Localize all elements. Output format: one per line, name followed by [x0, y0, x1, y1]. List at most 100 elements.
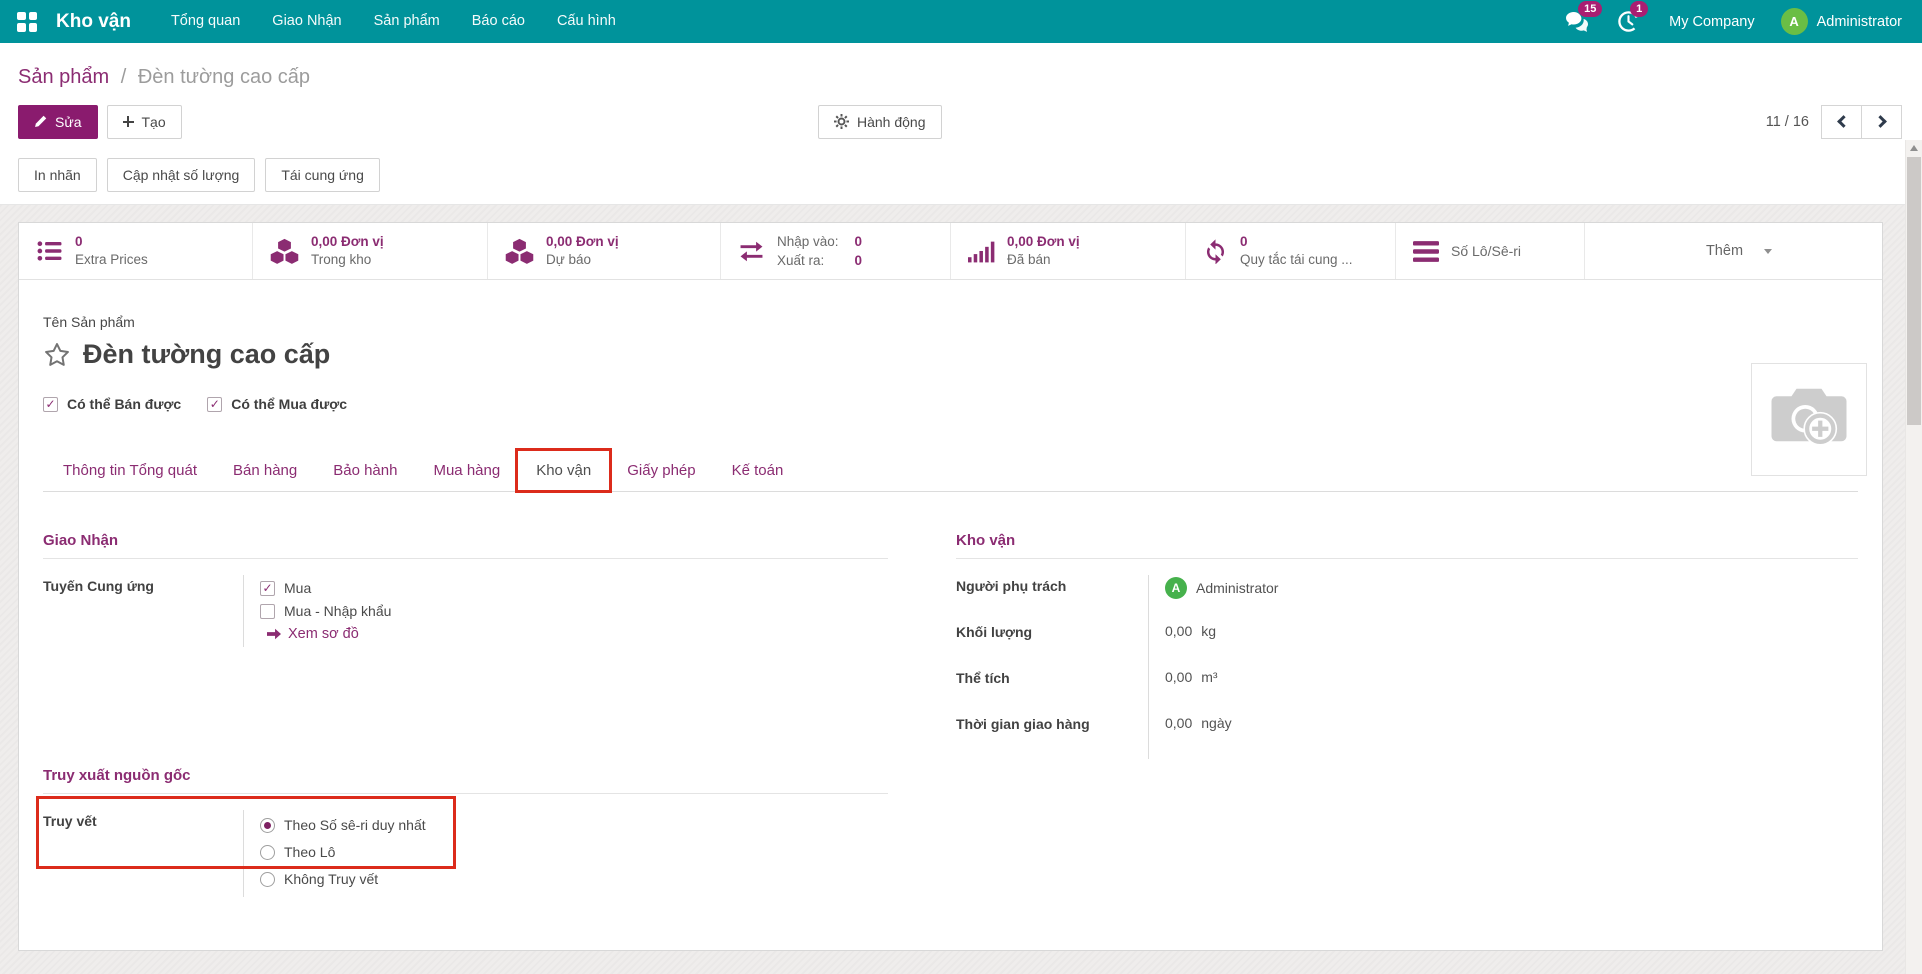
- incoming-value: 0: [855, 233, 863, 251]
- smart-button-extra-prices[interactable]: 0 Extra Prices: [19, 223, 253, 279]
- user-avatar: A: [1781, 8, 1808, 35]
- app-name[interactable]: Kho vận: [56, 11, 131, 33]
- top-navbar: Kho vận Tổng quan Giao Nhận Sản phẩm Báo…: [0, 0, 1922, 43]
- bar-chart-icon: [968, 240, 995, 263]
- smart-button-in-out[interactable]: Nhập vào: 0 Xuất ra: 0: [721, 223, 951, 279]
- route-buy-label: Mua: [284, 577, 311, 600]
- traceability-group-title: Truy xuất nguồn gốc: [43, 767, 888, 794]
- checkbox-checked-icon: [43, 397, 58, 412]
- action-button-label: Hành động: [857, 114, 926, 130]
- navbar-systray: 15 1 My Company A Administrator: [1565, 8, 1902, 35]
- pager-previous-button[interactable]: [1821, 105, 1862, 139]
- user-menu[interactable]: A Administrator: [1781, 8, 1902, 35]
- pager-next-button[interactable]: [1861, 105, 1902, 139]
- create-button[interactable]: Tạo: [107, 105, 182, 139]
- cubes-icon: [270, 238, 299, 265]
- messages-icon[interactable]: 15: [1565, 9, 1591, 35]
- smart-value: 0,00 Đơn vị: [546, 233, 619, 251]
- exchange-arrows-icon: [738, 240, 765, 263]
- tracking-lot-label: Theo Lô: [284, 839, 335, 866]
- inventory-group: Kho vận Người phụ trách A Administrator: [956, 532, 1858, 759]
- responsible-value[interactable]: Administrator: [1196, 580, 1278, 596]
- tab-purchase[interactable]: Mua hàng: [415, 452, 518, 491]
- tracking-lot-radio[interactable]: Theo Lô: [260, 839, 888, 866]
- action-menu-button[interactable]: Hành động: [818, 105, 942, 139]
- scrollbar-thumb[interactable]: [1907, 157, 1921, 425]
- print-labels-button[interactable]: In nhãn: [18, 158, 97, 192]
- tab-sales[interactable]: Bán hàng: [215, 452, 315, 491]
- plus-icon: [123, 116, 134, 127]
- edit-button[interactable]: Sửa: [18, 105, 98, 139]
- nav-item-transfers[interactable]: Giao Nhận: [256, 0, 357, 43]
- route-buy-checkbox[interactable]: Mua: [260, 577, 888, 600]
- product-image-placeholder[interactable]: [1751, 363, 1867, 476]
- list-ul-icon: [36, 238, 63, 264]
- activities-badge: 1: [1630, 1, 1648, 17]
- smart-label: Quy tắc tái cung ...: [1240, 251, 1353, 269]
- apps-grid-square: [17, 12, 26, 21]
- apps-menu-icon[interactable]: [12, 7, 42, 37]
- smart-value: 0: [75, 233, 148, 251]
- lead-time-unit: ngày: [1201, 715, 1231, 731]
- nav-item-products[interactable]: Sản phẩm: [358, 0, 456, 43]
- tracking-none-radio[interactable]: Không Truy vết: [260, 866, 888, 893]
- company-switcher[interactable]: My Company: [1669, 14, 1754, 30]
- smart-button-reordering-rules[interactable]: 0 Quy tắc tái cung ...: [1186, 223, 1396, 279]
- smart-button-forecasted[interactable]: 0,00 Đơn vị Dự báo: [488, 223, 721, 279]
- incoming-label: Nhập vào:: [777, 233, 839, 251]
- nav-item-reporting[interactable]: Báo cáo: [456, 0, 541, 43]
- volume-field-label: Thể tích: [956, 667, 1148, 713]
- tab-license[interactable]: Giấy phép: [609, 452, 713, 491]
- scrollbar-up-arrow[interactable]: [1906, 140, 1922, 156]
- smart-label: Dự báo: [546, 251, 619, 269]
- apps-grid-square: [29, 12, 38, 21]
- vertical-scrollbar[interactable]: [1905, 140, 1922, 974]
- outgoing-value: 0: [855, 252, 863, 270]
- product-name-label: Tên Sản phẩm: [43, 314, 1858, 330]
- chevron-right-icon: [1874, 115, 1887, 128]
- traceability-group: Truy xuất nguồn gốc Truy vết Theo Số sê-…: [43, 767, 888, 897]
- smart-value: 0,00 Đơn vị: [311, 233, 384, 251]
- smart-button-on-hand[interactable]: 0,00 Đơn vị Trong kho: [253, 223, 488, 279]
- weight-field-label: Khối lượng: [956, 621, 1148, 667]
- activities-icon[interactable]: 1: [1617, 9, 1643, 35]
- can-be-purchased-checkbox[interactable]: Có thể Mua được: [207, 396, 347, 412]
- favorite-star-icon[interactable]: [43, 341, 71, 369]
- tracking-serial-radio[interactable]: Theo Số sê-ri duy nhất: [260, 812, 888, 839]
- tab-inventory-label: Kho vận: [536, 462, 591, 479]
- nav-item-configuration[interactable]: Cấu hình: [541, 0, 632, 43]
- checkbox-checked-icon: [207, 397, 222, 412]
- arrow-right-icon: [267, 628, 281, 640]
- replenish-button[interactable]: Tái cung ứng: [265, 158, 380, 192]
- tracking-field-label: Truy vết: [43, 810, 243, 897]
- chevron-left-icon: [1837, 115, 1850, 128]
- product-form: Tên Sản phẩm Đèn tường cao cấp Có thể Bá…: [19, 280, 1882, 897]
- camera-plus-icon: [1769, 386, 1849, 454]
- breadcrumb-parent[interactable]: Sản phẩm: [18, 66, 109, 88]
- tab-general-information[interactable]: Thông tin Tổng quát: [45, 452, 215, 491]
- smart-value: 0: [1240, 233, 1353, 251]
- nav-item-overview[interactable]: Tổng quan: [155, 0, 256, 43]
- pager-value: 11 / 16: [1766, 114, 1809, 130]
- apps-grid-square: [17, 23, 26, 32]
- tab-accounting[interactable]: Kế toán: [714, 452, 802, 491]
- outgoing-label: Xuất ra:: [777, 252, 839, 270]
- edit-button-label: Sửa: [55, 114, 82, 130]
- tab-inventory[interactable]: Kho vận: [518, 452, 609, 491]
- tracking-none-label: Không Truy vết: [284, 866, 378, 893]
- smart-button-lot-serial[interactable]: Số Lô/Sê-ri: [1396, 223, 1585, 279]
- smart-button-more[interactable]: Thêm: [1585, 223, 1882, 279]
- update-quantity-button[interactable]: Cập nhật số lượng: [107, 158, 256, 192]
- route-buy-import-label: Mua - Nhập khẩu: [284, 600, 391, 623]
- tab-warranty[interactable]: Bảo hành: [315, 452, 415, 491]
- view-diagram-link[interactable]: Xem sơ đồ: [260, 626, 359, 642]
- weight-unit: kg: [1201, 623, 1216, 639]
- control-panel: Sản phẩm / Đèn tường cao cấp Sửa Tạo: [0, 43, 1922, 205]
- breadcrumb-current: Đèn tường cao cấp: [138, 66, 310, 88]
- can-be-sold-checkbox[interactable]: Có thể Bán được: [43, 396, 181, 412]
- smart-label: Đã bán: [1007, 251, 1080, 269]
- smart-button-sold[interactable]: 0,00 Đơn vị Đã bán: [951, 223, 1186, 279]
- inventory-group-title: Kho vận: [956, 532, 1858, 559]
- checkbox-unchecked-icon: [260, 604, 275, 619]
- route-buy-import-checkbox[interactable]: Mua - Nhập khẩu: [260, 600, 888, 623]
